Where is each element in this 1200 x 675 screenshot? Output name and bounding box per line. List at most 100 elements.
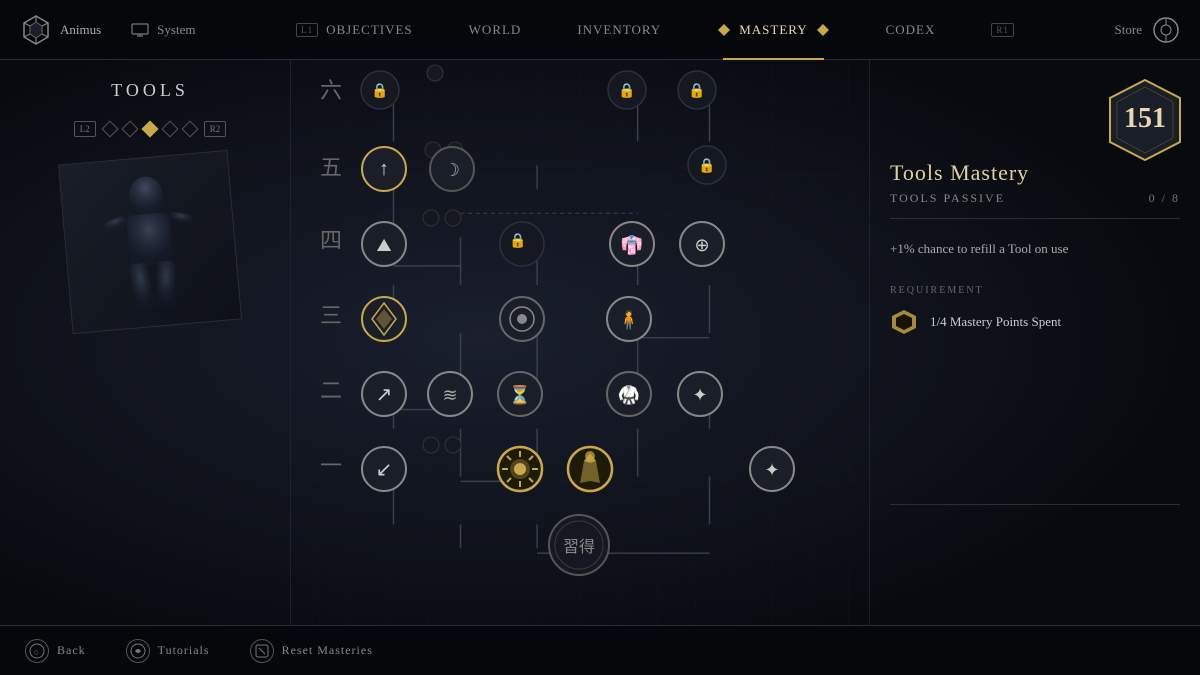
skill-node-2-5[interactable]: ✦	[674, 368, 726, 420]
skill-node-1-3-gold[interactable]	[564, 443, 616, 495]
req-text: 1/4 Mastery Points Spent	[930, 314, 1061, 330]
panel-divider	[890, 504, 1180, 505]
svg-text:≋: ≋	[442, 385, 457, 405]
tutorials-label: Tutorials	[158, 643, 210, 658]
mastery-diamond-icon	[717, 23, 731, 37]
skill-node-1-2-gold[interactable]	[494, 443, 546, 495]
level-4-label: 四	[320, 223, 342, 255]
skill-tree: 六 五 四 三 二 一 🔒	[300, 60, 870, 625]
svg-text:🔒: 🔒	[509, 233, 526, 249]
main-content: TOOLS L2 R2	[0, 60, 1200, 625]
back-icon: ○	[25, 639, 49, 663]
svg-text:🔒: 🔒	[618, 83, 635, 99]
skill-node-5-3[interactable]: 🔒	[685, 143, 729, 187]
mastery-diamond-icon2	[816, 23, 830, 37]
nav-center-group: L1 Objectives World Inventory Mastery Co…	[195, 0, 1114, 60]
skill-node-5-1[interactable]: ↑	[358, 143, 410, 195]
skill-node-4-1[interactable]: ⛰	[358, 218, 410, 270]
system-nav[interactable]: System	[131, 22, 195, 38]
skill-node-4-small-2[interactable]	[443, 208, 463, 228]
reset-button[interactable]: Reset Masteries	[250, 639, 373, 663]
svg-text:🔒: 🔒	[698, 158, 715, 174]
nav-inventory-label: Inventory	[577, 22, 661, 38]
level-3-label: 三	[320, 298, 342, 330]
nav-key-r1: R1	[963, 0, 1042, 60]
skill-node-3-1[interactable]	[358, 293, 410, 345]
store-icon	[1152, 16, 1180, 44]
nav-world[interactable]: World	[441, 0, 550, 60]
learn-button[interactable]: 習得	[544, 510, 614, 580]
nav-objectives-label: Objectives	[326, 22, 413, 38]
skill-node-1-small-1[interactable]	[421, 435, 441, 455]
right-separator	[869, 60, 870, 625]
svg-text:☽: ☽	[444, 160, 460, 180]
key-l2: L2	[74, 121, 96, 137]
left-panel: TOOLS L2 R2	[0, 60, 300, 625]
character-card	[58, 150, 242, 334]
skill-subtitle: Tools Passive	[890, 191, 1005, 206]
skill-node-4-2[interactable]: 🔒	[496, 218, 548, 270]
skill-node-3-3[interactable]: 🧍	[603, 293, 655, 345]
skill-node-2-4[interactable]: 🥋	[603, 368, 655, 420]
svg-text:🧍: 🧍	[618, 309, 640, 330]
svg-text:✦: ✦	[764, 460, 779, 480]
animus-logo: Animus	[20, 14, 101, 46]
right-panel: 151 Tools Mastery Tools Passive 0 / 8 +1…	[870, 60, 1200, 625]
skill-node-4-small-1[interactable]	[421, 208, 441, 228]
animus-label: Animus	[60, 22, 101, 38]
req-icon	[890, 308, 918, 336]
skill-node-1-4[interactable]: ✦	[746, 443, 798, 495]
skill-node-2-1[interactable]: ↗	[358, 368, 410, 420]
nav-inventory[interactable]: Inventory	[549, 0, 689, 60]
skill-node-6-1[interactable]: 🔒	[358, 68, 402, 112]
skill-node-6-3[interactable]: 🔒	[675, 68, 719, 112]
dot-5	[181, 121, 198, 138]
key-r2: R2	[204, 121, 227, 137]
back-label: Back	[57, 643, 86, 658]
svg-text:⊕: ⊕	[694, 235, 709, 255]
skill-node-3-2[interactable]	[496, 293, 548, 345]
level-6-label: 六	[320, 73, 342, 105]
skill-subtitle-row: Tools Passive 0 / 8	[890, 191, 1180, 219]
bottom-bar: ○ Back Tutorials Reset Masteries	[0, 625, 1200, 675]
nav-codex[interactable]: Codex	[858, 0, 964, 60]
skill-node-4-4[interactable]: ⊕	[676, 218, 728, 270]
requirement-item: 1/4 Mastery Points Spent	[890, 308, 1180, 336]
skill-description: +1% chance to refill a Tool on use	[890, 239, 1180, 260]
dot-2	[121, 121, 138, 138]
level-1-label: 一	[320, 448, 342, 480]
skill-node-1-small-2[interactable]	[443, 435, 463, 455]
dot-4	[161, 121, 178, 138]
skill-node-2-3[interactable]: ⏳	[494, 368, 546, 420]
svg-text:🥋: 🥋	[618, 384, 640, 406]
mastery-count: 151	[1124, 103, 1166, 134]
skill-node-2-2[interactable]: ≋	[424, 368, 476, 420]
nav-mastery[interactable]: Mastery	[689, 0, 857, 60]
mastery-dots: L2 R2	[74, 121, 227, 137]
skill-node-1-1[interactable]: ↙	[358, 443, 410, 495]
reset-icon	[250, 639, 274, 663]
svg-text:🔒: 🔒	[371, 83, 388, 99]
tutorials-button[interactable]: Tutorials	[126, 639, 210, 663]
navigation-bar: Animus System L1 Objectives World Invent…	[0, 0, 1200, 60]
store-label[interactable]: Store	[1115, 22, 1142, 38]
left-separator	[290, 60, 291, 625]
level-5-label: 五	[320, 150, 342, 182]
svg-text:👘: 👘	[621, 234, 643, 256]
nav-right-group: Store	[1115, 16, 1180, 44]
character-silhouette	[79, 162, 222, 323]
requirement-label: REQUIREMENT	[890, 285, 1180, 296]
skill-node-6-2[interactable]: 🔒	[605, 68, 649, 112]
skill-nodes-container: 六 五 四 三 二 一 🔒	[300, 60, 870, 625]
back-button[interactable]: ○ Back	[25, 639, 86, 663]
skill-node-6-small-1[interactable]	[425, 63, 445, 83]
level-2-label: 二	[320, 373, 342, 405]
skill-info-block: Tools Mastery Tools Passive 0 / 8 +1% ch…	[890, 160, 1180, 336]
skill-node-4-3[interactable]: 👘	[606, 218, 658, 270]
svg-text:○: ○	[34, 647, 40, 657]
skill-node-5-2[interactable]: ☽	[426, 143, 478, 195]
tutorials-icon	[126, 639, 150, 663]
svg-text:↙: ↙	[376, 459, 393, 481]
nav-world-label: World	[469, 22, 522, 38]
nav-objectives[interactable]: L1 Objectives	[268, 0, 441, 60]
